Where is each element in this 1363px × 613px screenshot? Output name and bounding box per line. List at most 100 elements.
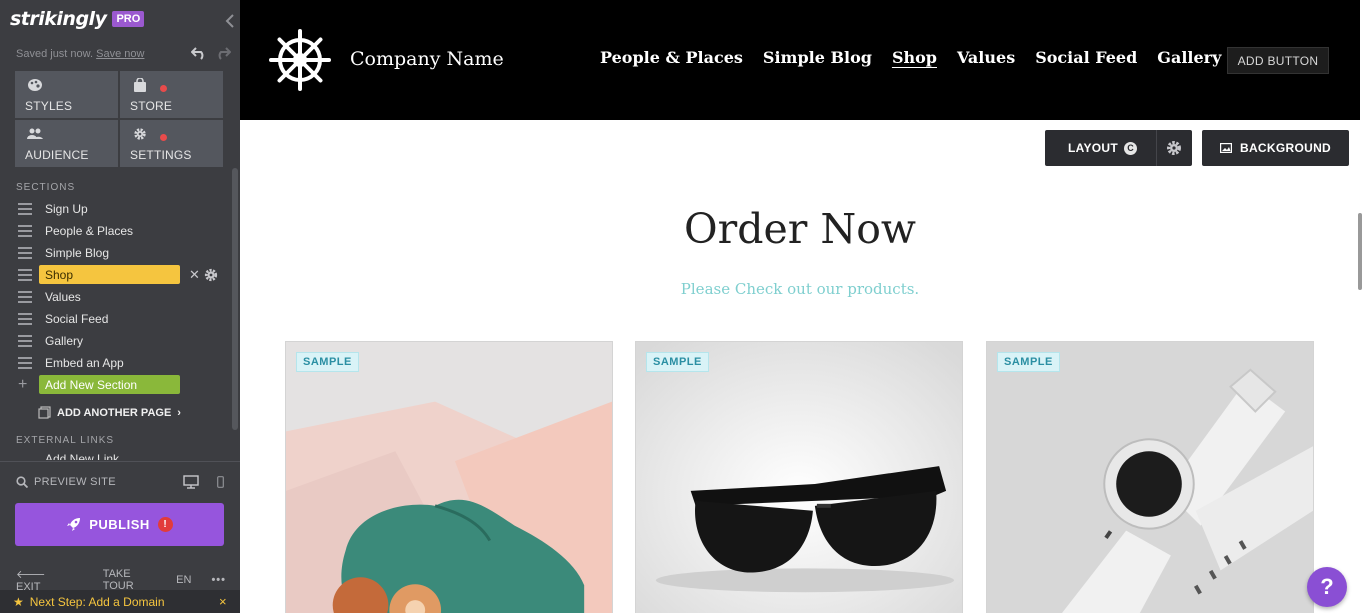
add-section-label: Add New Section <box>45 378 138 392</box>
section-gear-icon[interactable] <box>1166 140 1182 156</box>
styles-button[interactable]: STYLES <box>15 71 118 118</box>
drag-handle-icon[interactable] <box>18 247 32 259</box>
site-header: Company Name People & Places Simple Blog… <box>240 0 1360 120</box>
sections-heading: SECTIONS <box>16 182 76 193</box>
desktop-icon[interactable] <box>183 475 199 489</box>
add-another-page-button[interactable]: ADD ANOTHER PAGE › <box>38 406 181 419</box>
undo-icon[interactable] <box>191 46 207 60</box>
external-links-heading: EXTERNAL LINKS <box>16 435 115 446</box>
sample-badge: SAMPLE <box>646 352 709 372</box>
plus-icon: + <box>18 376 28 393</box>
drag-handle-icon[interactable] <box>18 313 32 325</box>
styles-label: STYLES <box>25 99 73 113</box>
drag-handle-icon[interactable] <box>18 357 32 369</box>
drag-handle-icon[interactable] <box>18 225 32 237</box>
audience-button[interactable]: AUDIENCE <box>15 120 118 167</box>
publish-label: PUBLISH <box>89 517 150 532</box>
drag-handle-icon[interactable] <box>18 203 32 215</box>
undo-redo <box>191 46 231 60</box>
section-item-active[interactable]: Shop ✕ <box>0 264 232 286</box>
store-label: STORE <box>130 99 173 113</box>
section-label: People & Places <box>45 224 134 238</box>
section-item[interactable]: Simple Blog <box>0 242 232 264</box>
brand: strikingly PRO <box>10 8 145 30</box>
nav-social-feed[interactable]: Social Feed <box>1035 48 1137 67</box>
product-card[interactable]: SAMPLE <box>285 341 613 613</box>
background-label: BACKGROUND <box>1240 141 1331 155</box>
drag-handle-icon[interactable] <box>18 269 32 281</box>
palette-icon <box>28 79 42 91</box>
add-page-label: ADD ANOTHER PAGE <box>57 406 172 419</box>
settings-label: SETTINGS <box>130 148 192 162</box>
redo-icon[interactable] <box>215 46 231 60</box>
layout-label: LAYOUT <box>1068 141 1119 155</box>
close-icon[interactable]: × <box>219 594 227 609</box>
nav-gallery[interactable]: Gallery <box>1157 48 1221 67</box>
section-item[interactable]: People & Places <box>0 220 232 242</box>
take-tour-button[interactable]: TAKE TOUR <box>103 568 156 592</box>
section-item[interactable]: Embed an App <box>0 352 232 374</box>
layout-variant-badge: C <box>1124 141 1138 155</box>
page-scrollbar[interactable] <box>1358 213 1362 290</box>
sections-list: Sign Up People & Places Simple Blog Shop… <box>0 198 232 396</box>
mobile-icon[interactable] <box>217 476 224 488</box>
sample-badge: SAMPLE <box>997 352 1060 372</box>
add-new-link-partial[interactable]: Add New Link <box>45 452 119 460</box>
collapse-sidebar-icon[interactable] <box>224 14 236 28</box>
store-button[interactable]: STORE <box>120 71 223 118</box>
section-settings-gear-icon[interactable] <box>204 268 218 282</box>
section-title[interactable]: Order Now <box>240 205 1360 253</box>
search-icon <box>16 476 28 488</box>
add-button[interactable]: ADD BUTTON <box>1227 47 1329 74</box>
section-item[interactable]: Gallery <box>0 330 232 352</box>
editor-sidebar: strikingly PRO Saved just now. Save now … <box>0 0 240 613</box>
smartwatch-image <box>987 342 1313 613</box>
sample-badge: SAMPLE <box>296 352 359 372</box>
product-card[interactable]: SAMPLE <box>986 341 1314 613</box>
section-label: Embed an App <box>45 356 124 370</box>
section-item[interactable]: Social Feed <box>0 308 232 330</box>
next-step-banner[interactable]: ★ Next Step: Add a Domain × <box>0 590 240 613</box>
add-new-section-button[interactable]: + Add New Section <box>0 374 232 396</box>
site-nav: People & Places Simple Blog Shop Values … <box>600 48 1289 67</box>
settings-button[interactable]: SETTINGS <box>120 120 223 167</box>
image-icon <box>1220 143 1232 153</box>
nav-shop[interactable]: Shop <box>892 48 937 67</box>
nav-people-places[interactable]: People & Places <box>600 48 743 67</box>
section-item[interactable]: Values <box>0 286 232 308</box>
preview-site-label: PREVIEW SITE <box>34 476 116 488</box>
audience-label: AUDIENCE <box>25 148 89 162</box>
save-now-link[interactable]: Save now <box>96 48 144 60</box>
section-label: Shop <box>45 268 74 282</box>
language-button[interactable]: EN <box>176 574 191 586</box>
preview-site-button[interactable]: PREVIEW SITE <box>16 476 116 488</box>
company-name[interactable]: Company Name <box>350 48 504 70</box>
site-preview: Company Name People & Places Simple Blog… <box>240 0 1363 613</box>
layout-divider <box>1156 130 1157 166</box>
store-notification-dot <box>160 85 167 92</box>
pro-badge: PRO <box>112 11 145 27</box>
section-label: Gallery <box>45 334 84 348</box>
green-shoe-image <box>286 342 612 613</box>
users-icon <box>27 128 43 139</box>
drag-handle-icon[interactable] <box>18 335 32 347</box>
nav-values[interactable]: Values <box>957 48 1015 67</box>
delete-section-icon[interactable]: ✕ <box>189 267 200 283</box>
product-card[interactable]: SAMPLE <box>635 341 963 613</box>
ship-wheel-logo-icon[interactable] <box>268 28 332 92</box>
background-button[interactable]: BACKGROUND <box>1202 130 1349 166</box>
nav-simple-blog[interactable]: Simple Blog <box>763 48 872 67</box>
more-options-icon[interactable]: ••• <box>211 574 226 586</box>
device-toggle <box>183 475 224 489</box>
drag-handle-icon[interactable] <box>18 291 32 303</box>
help-button[interactable]: ? <box>1307 567 1347 607</box>
sidebar-scrollbar[interactable] <box>232 168 238 430</box>
publish-button[interactable]: PUBLISH ! <box>15 503 224 546</box>
section-subtitle[interactable]: Please Check out our products. <box>240 280 1360 298</box>
section-label: Social Feed <box>45 312 109 326</box>
section-item[interactable]: Sign Up <box>0 198 232 220</box>
sidebar-bottom-panel: PREVIEW SITE PUBLISH ! 🡐 EXIT TAKE TOUR … <box>0 461 240 613</box>
layout-button[interactable]: LAYOUT C <box>1045 130 1192 166</box>
saved-text: Saved just now. <box>16 48 94 60</box>
gear-icon <box>134 128 146 140</box>
